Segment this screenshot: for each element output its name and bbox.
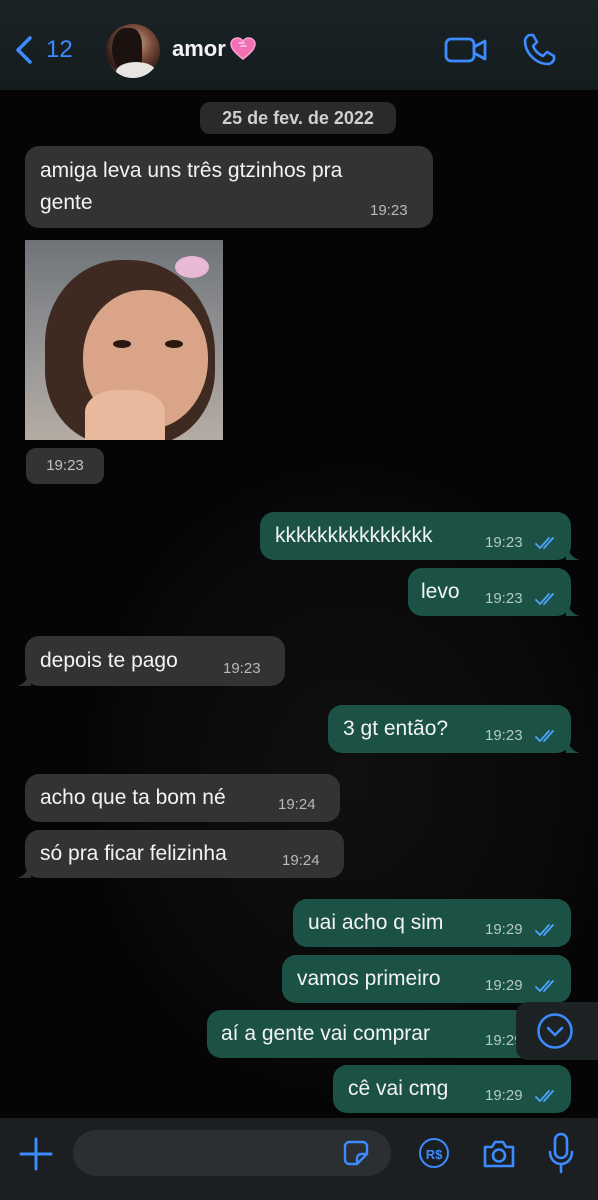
chevron-down-circle-icon [537, 1013, 573, 1049]
camera-icon[interactable] [482, 1139, 516, 1169]
avatar[interactable] [106, 24, 160, 78]
chevron-left-icon [16, 36, 32, 64]
message-text: 3 gt então? [343, 717, 449, 740]
read-ticks-icon [535, 980, 554, 993]
phone-icon[interactable] [521, 32, 557, 68]
message-time: 19:24 [282, 852, 320, 869]
message-bubble-incoming[interactable]: amiga leva uns três gtzinhos pra gente 1… [25, 146, 433, 228]
pink-heart-icon [230, 37, 256, 60]
read-ticks-icon [535, 1090, 554, 1103]
message-time: 19:29 [485, 977, 523, 994]
message-text: acho que ta bom né [40, 786, 226, 809]
message-text: gente [40, 191, 93, 214]
read-ticks-icon [535, 593, 554, 606]
date-separator: 25 de fev. de 2022 [200, 102, 396, 134]
bubble-tail [566, 546, 580, 560]
message-bubble-outgoing[interactable]: cê vai cmg 19:29 [333, 1065, 571, 1113]
message-text: só pra ficar felizinha [40, 842, 227, 865]
read-ticks-icon [535, 730, 554, 743]
message-time: 19:23 [370, 202, 408, 219]
message-time: 19:23 [485, 534, 523, 551]
message-bubble-outgoing[interactable]: 3 gt então? 19:23 [328, 705, 571, 753]
message-time: 19:29 [485, 921, 523, 938]
message-text: cê vai cmg [348, 1077, 449, 1100]
contact-name-label: amor [172, 36, 226, 61]
bubble-tail [566, 739, 580, 753]
message-bubble-outgoing[interactable]: uai acho q sim 19:29 [293, 899, 571, 947]
unread-count: 12 [46, 36, 73, 63]
read-ticks-icon [535, 537, 554, 550]
real-currency-icon: R$ [419, 1138, 449, 1168]
message-time: 19:24 [278, 796, 316, 813]
image-message[interactable] [25, 240, 223, 440]
message-bubble-outgoing[interactable]: vamos primeiro 19:29 [282, 955, 571, 1003]
message-text: vamos primeiro [297, 967, 441, 990]
bubble-tail [17, 864, 31, 878]
message-text: depois te pago [40, 649, 178, 672]
composer-bar: R$ [0, 1118, 598, 1200]
chat-header: 12 amor [0, 0, 598, 90]
message-bubble-incoming[interactable]: só pra ficar felizinha 19:24 [25, 830, 344, 878]
message-time: 19:23 [223, 660, 261, 677]
message-text: aí a gente vai comprar [221, 1022, 430, 1045]
message-text: kkkkkkkkkkkkkkk [275, 524, 433, 547]
contact-name[interactable]: amor [172, 36, 256, 62]
sticker-icon[interactable] [343, 1140, 369, 1166]
scroll-to-bottom-button[interactable] [516, 1002, 598, 1060]
message-text: levo [421, 580, 460, 603]
back-button[interactable]: 12 [10, 32, 73, 68]
bubble-tail [17, 672, 31, 686]
message-bubble-incoming[interactable]: depois te pago 19:23 [25, 636, 285, 686]
microphone-icon[interactable] [547, 1132, 575, 1174]
plus-icon[interactable] [18, 1136, 54, 1172]
image-message-time: 19:23 [26, 448, 104, 484]
message-bubble-outgoing[interactable]: levo 19:23 [408, 568, 571, 616]
message-time: 19:29 [485, 1087, 523, 1104]
message-time: 19:23 [485, 727, 523, 744]
message-bubble-incoming[interactable]: acho que ta bom né 19:24 [25, 774, 340, 822]
video-call-icon[interactable] [444, 34, 488, 66]
payment-button[interactable]: R$ [419, 1138, 451, 1170]
message-time: 19:23 [485, 590, 523, 607]
message-text: amiga leva uns três gtzinhos pra [40, 159, 343, 182]
message-bubble-outgoing[interactable]: kkkkkkkkkkkkkkk 19:23 [260, 512, 571, 560]
message-text: uai acho q sim [308, 911, 444, 934]
read-ticks-icon [535, 924, 554, 937]
bubble-tail [566, 602, 580, 616]
